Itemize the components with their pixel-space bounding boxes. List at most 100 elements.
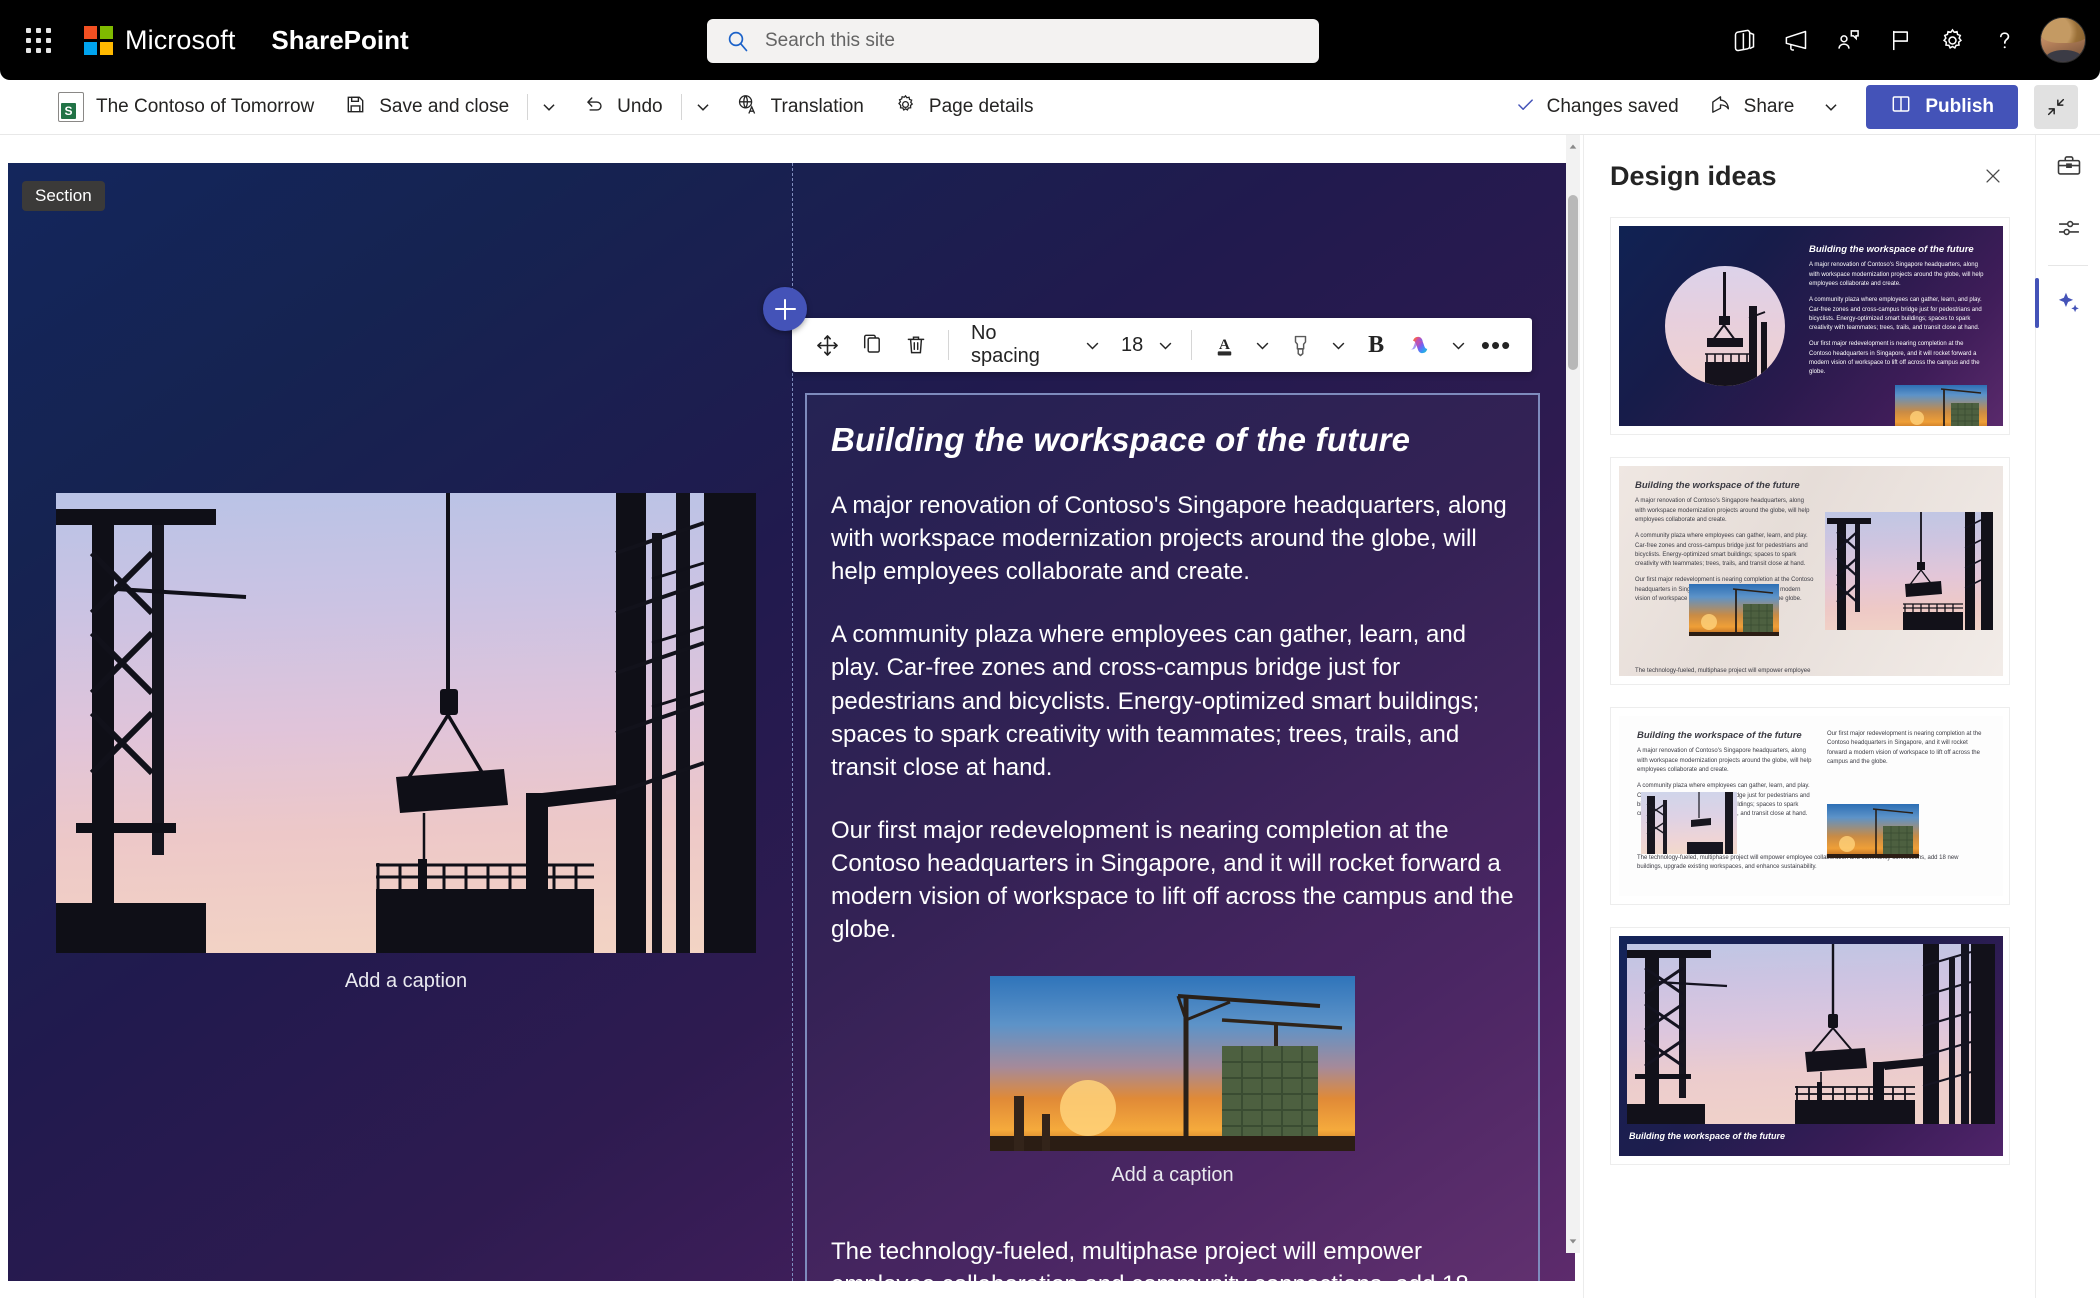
bold-button[interactable]: B [1354, 323, 1398, 367]
thumbnail-inline-image [1895, 384, 1987, 426]
save-options-chevron-down-icon[interactable] [532, 86, 566, 128]
megaphone-icon[interactable] [1772, 16, 1820, 64]
search-placeholder: Search this site [765, 30, 895, 51]
duplicate-icon[interactable] [850, 323, 894, 367]
paragraph-1[interactable]: A major renovation of Contoso's Singapor… [831, 489, 1514, 588]
thumbnail-paragraph: A community plaza where employees can ga… [1635, 533, 1808, 568]
font-size-dropdown[interactable]: 18 [1109, 323, 1149, 367]
copilot-icon[interactable] [1398, 323, 1442, 367]
divider [2048, 265, 2088, 266]
design-ideas-header: Design ideas [1584, 135, 2035, 217]
checkmark-icon [1515, 94, 1536, 121]
left-image-caption[interactable]: Add a caption [56, 970, 756, 993]
thumbnail-paragraph: The technology-fueled, multiphase projec… [1635, 668, 1811, 675]
design-idea-card[interactable]: Building the workspace of the future A m… [1610, 457, 2010, 685]
design-idea-card[interactable]: Building the workspace of the future [1610, 927, 2010, 1165]
font-size-chevron-down-icon[interactable] [1149, 323, 1181, 367]
command-bar-right: Changes saved Share Publish [1505, 85, 2100, 129]
thumbnail-paragraph: Our first major redevelopment is nearing… [1809, 341, 1980, 376]
paragraph-final-text: The technology-fueled, multiphase projec… [831, 1238, 1469, 1281]
save-status-label: Changes saved [1546, 96, 1679, 117]
gear-icon[interactable] [1928, 16, 1976, 64]
highlight-chevron-down-icon[interactable] [1322, 323, 1354, 367]
highlight-color-icon[interactable] [1278, 323, 1322, 367]
design-idea-thumbnail: Building the workspace of the future [1619, 936, 2003, 1156]
page-details-gear-icon [894, 93, 917, 122]
translation-label: Translation [770, 96, 864, 117]
construction-silhouette-graphic [56, 493, 756, 953]
undo-button[interactable]: Undo [568, 86, 676, 128]
thumbnail-title: Building the workspace of the future [1637, 730, 1802, 741]
app-launcher-icon[interactable] [10, 12, 66, 68]
translation-icon [736, 93, 759, 122]
thumbnail-title: Building the workspace of the future [1635, 480, 1800, 491]
inline-image[interactable] [990, 976, 1355, 1152]
share-button[interactable]: Share [1695, 86, 1809, 128]
hero-image[interactable] [56, 493, 756, 953]
sliders-icon[interactable] [2036, 197, 2100, 259]
help-icon[interactable] [1980, 16, 2028, 64]
crane-graphic [1910, 387, 1982, 426]
font-color-icon[interactable]: A [1202, 323, 1246, 367]
inline-image-caption[interactable]: Add a caption [990, 1164, 1355, 1187]
design-ideas-panel: Design ideas Building the workspace of t… [1583, 135, 2035, 1298]
site-name-button[interactable]: The Contoso of Tomorrow [44, 86, 328, 128]
sparkle-icon[interactable] [2035, 272, 2100, 334]
canvas-scroll-thumb[interactable] [1568, 195, 1578, 370]
copilot-icon[interactable] [1720, 16, 1768, 64]
share-label: Share [1743, 96, 1795, 117]
scroll-down-icon[interactable] [1566, 1233, 1580, 1249]
divider [1191, 330, 1193, 360]
thumbnail-text: Building the workspace of the future A m… [1809, 244, 1987, 426]
search-input[interactable]: Search this site [707, 19, 1319, 63]
section-label: Section [22, 181, 105, 211]
thumbnail-paragraph: A major renovation of Contoso's Singapor… [1635, 498, 1810, 523]
collapse-ribbon-button[interactable] [2034, 85, 2078, 129]
canvas-scrollbar[interactable] [1566, 135, 1580, 1253]
add-section-top-button[interactable] [763, 287, 807, 331]
page-details-button[interactable]: Page details [880, 86, 1048, 128]
delete-icon[interactable] [894, 323, 938, 367]
publish-label: Publish [1925, 96, 1994, 117]
text-webpart-body[interactable]: Building the workspace of the future A m… [807, 395, 1538, 1281]
undo-icon [582, 93, 605, 122]
microsoft-logo[interactable]: Microsoft [84, 25, 235, 56]
thumbnail-text: Building the workspace of the future A m… [1635, 480, 1815, 676]
thumbnail-inline-image [1827, 804, 1919, 858]
divider [527, 94, 529, 120]
paragraph-final[interactable]: The technology-fueled, multiphase projec… [831, 1235, 1514, 1281]
undo-options-chevron-down-icon[interactable] [686, 86, 720, 128]
copilot-chevron-down-icon[interactable] [1442, 323, 1474, 367]
thumbnail-paragraph: The technology-fueled, multiphase projec… [1637, 855, 1959, 871]
design-ideas-list[interactable]: Building the workspace of the future A m… [1584, 217, 2036, 1298]
close-icon[interactable] [1973, 156, 2013, 196]
site-logo-icon [58, 92, 84, 122]
design-idea-card[interactable]: Building the workspace of the future A m… [1610, 707, 2010, 905]
design-idea-card[interactable]: Building the workspace of the future A m… [1610, 217, 2010, 435]
translation-button[interactable]: Translation [722, 86, 878, 128]
save-and-close-button[interactable]: Save and close [330, 86, 523, 128]
people-feedback-icon[interactable] [1824, 16, 1872, 64]
more-options-button[interactable]: ••• [1474, 323, 1518, 367]
thumbnail-paragraph: Our first major redevelopment is nearing… [1827, 731, 1982, 765]
text-webpart[interactable]: Building the workspace of the future A m… [805, 393, 1540, 1281]
toolbox-icon[interactable] [2036, 135, 2100, 197]
text-style-dropdown[interactable]: No spacing [959, 322, 1077, 367]
font-color-chevron-down-icon[interactable] [1246, 323, 1278, 367]
thumbnail-title: Building the workspace of the future [1809, 244, 1974, 255]
thumbnail-side-image [1825, 512, 1993, 630]
crane-construction-graphic [990, 976, 1355, 1152]
scroll-up-icon[interactable] [1566, 139, 1580, 155]
move-handle-icon[interactable] [806, 323, 850, 367]
publish-button[interactable]: Publish [1866, 85, 2018, 129]
share-chevron-down-icon[interactable] [1814, 86, 1848, 128]
app-name-label[interactable]: SharePoint [271, 25, 408, 56]
avatar[interactable] [2040, 17, 2086, 63]
save-and-close-label: Save and close [379, 96, 510, 117]
workspace: Section Add a caption Building the works… [0, 135, 2100, 1298]
paragraph-3[interactable]: Our first major redevelopment is nearing… [831, 814, 1514, 946]
flag-icon[interactable] [1876, 16, 1924, 64]
paragraph-2[interactable]: A community plaza where employees can ga… [831, 618, 1514, 784]
page-title[interactable]: Building the workspace of the future [831, 421, 1514, 459]
text-style-chevron-down-icon[interactable] [1077, 323, 1109, 367]
